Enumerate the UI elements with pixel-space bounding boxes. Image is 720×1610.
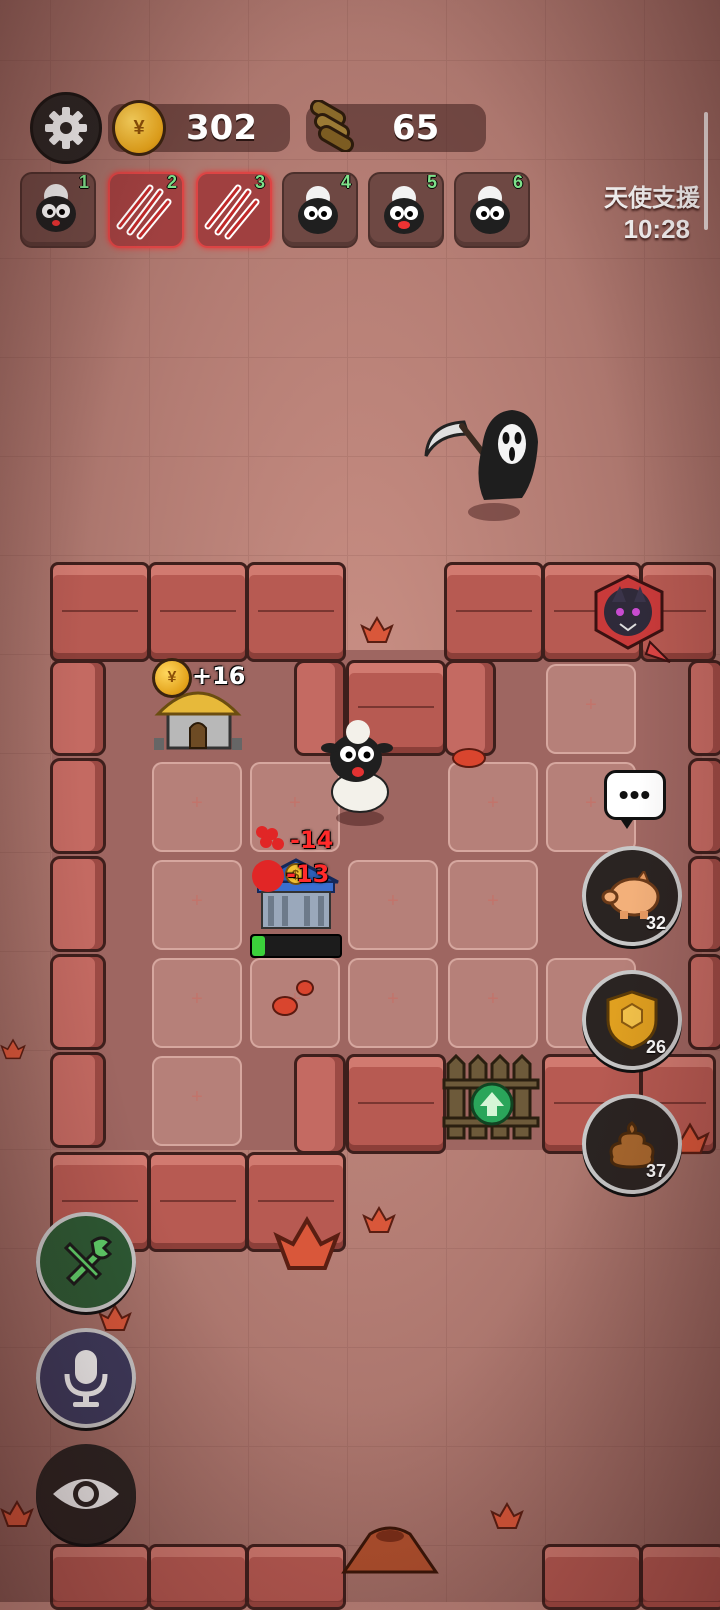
build-tile[interactable] [348,958,438,1048]
red-plant-decoration [273,1216,341,1270]
player-number: 2 [166,172,177,192]
build-tile[interactable] [152,860,242,950]
player-number: 1 [78,172,89,192]
gold-counter: ¥ 302 [108,100,290,156]
player-slot-1[interactable]: 1 自己 [20,172,144,248]
damage-text: -13 [286,860,330,888]
chat-bubble-tail [619,817,635,829]
red-rock-decoration [452,748,486,768]
angel-support-timer: 10:28 [623,214,691,244]
wall-block [50,856,106,952]
bank-health-fill [252,936,266,956]
poop-button[interactable]: 37 [582,1094,682,1194]
red-plant-decoration [0,1038,26,1060]
wall-block [294,1054,346,1154]
wooden-gate-upgrade[interactable] [442,1054,542,1148]
wall-block [50,954,106,1050]
build-tile[interactable] [348,860,438,950]
build-tile[interactable] [152,958,242,1048]
wood-counter: 65 [306,100,486,152]
player-number: 4 [340,172,351,192]
mud-volcano-decoration [341,1526,439,1574]
gear-icon [45,107,87,149]
build-tile[interactable] [152,1056,242,1146]
red-plant-decoration [362,1206,396,1233]
player-number: 6 [512,172,523,192]
angel-support-label: 天使支援 [604,185,700,212]
wall-block [50,758,106,854]
poop-count: 37 [645,1161,666,1181]
wood-logs-icon [309,100,355,152]
gold-coin-icon: ¥ [112,100,166,156]
build-tile[interactable] [152,762,242,852]
wall-block [50,1544,150,1610]
wall-block [688,954,720,1050]
microphone-icon [64,1350,108,1407]
build-tile[interactable] [448,762,538,852]
wall-block [688,856,720,952]
damage-text: -14 [290,826,334,854]
red-plant-decoration [490,1502,524,1529]
player-number: 3 [254,172,265,192]
settings-button[interactable] [30,92,102,164]
sheep-player-character[interactable] [320,718,400,828]
wolf-enemy-marker[interactable] [590,572,676,668]
wall-block [50,660,106,756]
wall-block [50,562,150,662]
wood-amount: 65 [392,108,440,148]
red-rock-decoration [272,996,298,1016]
wall-block [688,758,720,854]
shield-button[interactable]: 26 [582,970,682,1070]
player-slot-2[interactable]: 2 [108,172,184,248]
red-rock-decoration [296,980,314,996]
chat-button[interactable]: ••• [604,770,666,829]
build-tools-button[interactable] [36,1212,136,1312]
eye-icon [53,1479,119,1509]
view-toggle-button[interactable] [36,1444,136,1544]
bank-health-bar [250,934,342,958]
wrench-hammer-icon [63,1236,113,1287]
piggy-bank-count: 32 [645,913,666,933]
wall-block [640,1544,720,1610]
wall-block [542,1544,642,1610]
wall-block [688,660,720,756]
chat-bubble-icon: ••• [618,779,652,810]
wall-block [246,562,346,662]
wall-block [50,1052,106,1148]
player-slot-5[interactable]: 5 [368,172,444,248]
player-slot-4[interactable]: 4 [282,172,358,248]
build-tile[interactable] [448,958,538,1048]
red-plant-decoration [360,616,394,643]
player-slot-3[interactable]: 3 [196,172,272,248]
piggy-bank-button[interactable]: 32 [582,846,682,946]
wall-block [148,1544,248,1610]
gold-coin-icon: ¥ [152,658,192,698]
build-tile[interactable] [546,664,636,754]
gold-gain-text: +16 [192,662,246,690]
scrollbar[interactable] [704,112,708,230]
grim-reaper-enemy[interactable] [424,408,554,528]
wall-block [148,562,248,662]
player-number: 5 [426,172,437,192]
gold-amount: 302 [186,108,257,148]
wall-block [148,1152,248,1252]
wall-block [246,1544,346,1610]
build-tile[interactable] [448,860,538,950]
red-plant-decoration [0,1500,34,1527]
wall-block [444,562,544,662]
shield-count: 26 [645,1037,666,1057]
wall-block [346,1054,446,1154]
player-slot-6[interactable]: 6 [454,172,530,248]
wall-block [444,660,496,756]
voice-chat-button[interactable] [36,1328,136,1428]
